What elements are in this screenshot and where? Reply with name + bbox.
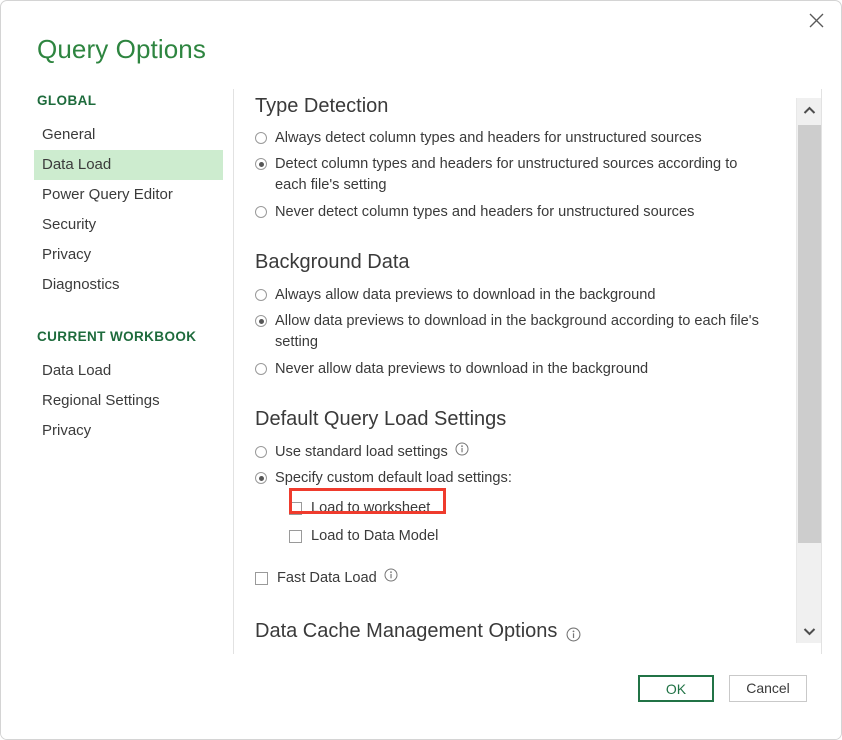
sidebar-item-workbook-data-load[interactable]: Data Load	[1, 356, 233, 386]
sidebar-item-general[interactable]: General	[1, 120, 233, 150]
radio-indicator	[255, 289, 267, 301]
section-heading-text: Data Cache Management Options	[255, 620, 558, 642]
radio-indicator	[255, 158, 267, 170]
close-icon[interactable]	[794, 3, 838, 37]
info-glyph	[566, 627, 581, 641]
info-icon[interactable]	[566, 625, 581, 641]
checkbox-indicator	[255, 572, 268, 585]
checkbox-load-to-data-model[interactable]: Load to Data Model	[289, 526, 794, 547]
sidebar-item-diagnostics[interactable]: Diagnostics	[1, 270, 233, 300]
section-heading-type-detection: Type Detection	[255, 95, 389, 117]
ok-button[interactable]: OK	[638, 675, 714, 702]
option-label: Specify custom default load settings:	[275, 470, 512, 486]
checkbox-fast-data-load[interactable]: Fast Data Load	[255, 568, 794, 589]
info-glyph	[455, 442, 469, 456]
option-label: Detect column types and headers for unst…	[275, 156, 738, 193]
section-heading-data-cache-management-options: Data Cache Management Options	[255, 620, 794, 643]
radio-indicator	[255, 446, 267, 458]
radio-indicator	[255, 472, 267, 484]
radio-specify-custom-load-settings[interactable]: Specify custom default load settings:	[255, 468, 794, 489]
info-icon[interactable]	[384, 568, 398, 582]
option-label: Load to worksheet	[311, 500, 431, 516]
option-label: Allow data previews to download in the b…	[275, 313, 759, 350]
dialog-footer: OK Cancel	[1, 654, 841, 739]
sidebar-item-power-query-editor[interactable]: Power Query Editor	[1, 180, 233, 210]
option-label: Never allow data previews to download in…	[275, 361, 649, 377]
sidebar-item-workbook-privacy[interactable]: Privacy	[1, 416, 233, 446]
checkbox-load-to-worksheet[interactable]: Load to worksheet	[289, 498, 794, 519]
sidebar-item-data-load[interactable]: Data Load	[34, 150, 223, 180]
content-right-border	[821, 89, 822, 654]
vertical-scrollbar[interactable]	[796, 98, 821, 643]
info-icon[interactable]	[455, 442, 469, 456]
scrollbar-thumb[interactable]	[798, 125, 821, 543]
cancel-button[interactable]: Cancel	[729, 675, 807, 702]
sidebar-item-regional-settings[interactable]: Regional Settings	[1, 386, 233, 416]
section-heading-default-query-load-settings: Default Query Load Settings	[255, 408, 507, 430]
radio-always-allow-previews[interactable]: Always allow data previews to download i…	[255, 285, 794, 306]
checkbox-indicator	[289, 502, 302, 515]
close-x-glyph	[809, 13, 823, 27]
sidebar-item-security[interactable]: Security	[1, 210, 233, 240]
option-label: Never detect column types and headers fo…	[275, 204, 695, 220]
radio-detect-types-per-file[interactable]: Detect column types and headers for unst…	[255, 154, 794, 196]
radio-never-detect-types[interactable]: Never detect column types and headers fo…	[255, 202, 794, 223]
radio-indicator	[255, 315, 267, 327]
radio-indicator	[255, 206, 267, 218]
sidebar-group-global-title: GLOBAL	[37, 93, 97, 108]
sidebar-group-current-workbook-title: CURRENT WORKBOOK	[37, 329, 197, 344]
section-heading-background-data: Background Data	[255, 251, 410, 273]
sidebar-item-privacy[interactable]: Privacy	[1, 240, 233, 270]
option-label: Use standard load settings	[275, 444, 448, 460]
radio-never-allow-previews[interactable]: Never allow data previews to download in…	[255, 359, 794, 380]
radio-always-detect-types[interactable]: Always detect column types and headers f…	[255, 128, 794, 149]
chevron-down-glyph	[803, 627, 815, 635]
option-label: Always allow data previews to download i…	[275, 287, 656, 303]
radio-indicator	[255, 363, 267, 375]
option-label: Fast Data Load	[277, 570, 377, 586]
query-options-dialog: Query Options GLOBAL General Data Load P…	[0, 0, 842, 740]
radio-allow-previews-per-file[interactable]: Allow data previews to download in the b…	[255, 311, 794, 353]
chevron-up-glyph	[803, 106, 815, 114]
radio-indicator	[255, 132, 267, 144]
sidebar: GLOBAL General Data Load Power Query Edi…	[1, 89, 233, 654]
scroll-down-icon[interactable]	[797, 619, 821, 643]
checkbox-indicator	[289, 530, 302, 543]
info-glyph	[384, 568, 398, 582]
option-label: Always detect column types and headers f…	[275, 130, 702, 146]
radio-use-standard-load-settings[interactable]: Use standard load settings	[255, 442, 794, 463]
option-label: Load to Data Model	[311, 528, 439, 544]
settings-scroll-area: Type Detection Always detect column type…	[234, 89, 794, 654]
page-title: Query Options	[37, 34, 206, 64]
scroll-up-icon[interactable]	[797, 98, 821, 122]
